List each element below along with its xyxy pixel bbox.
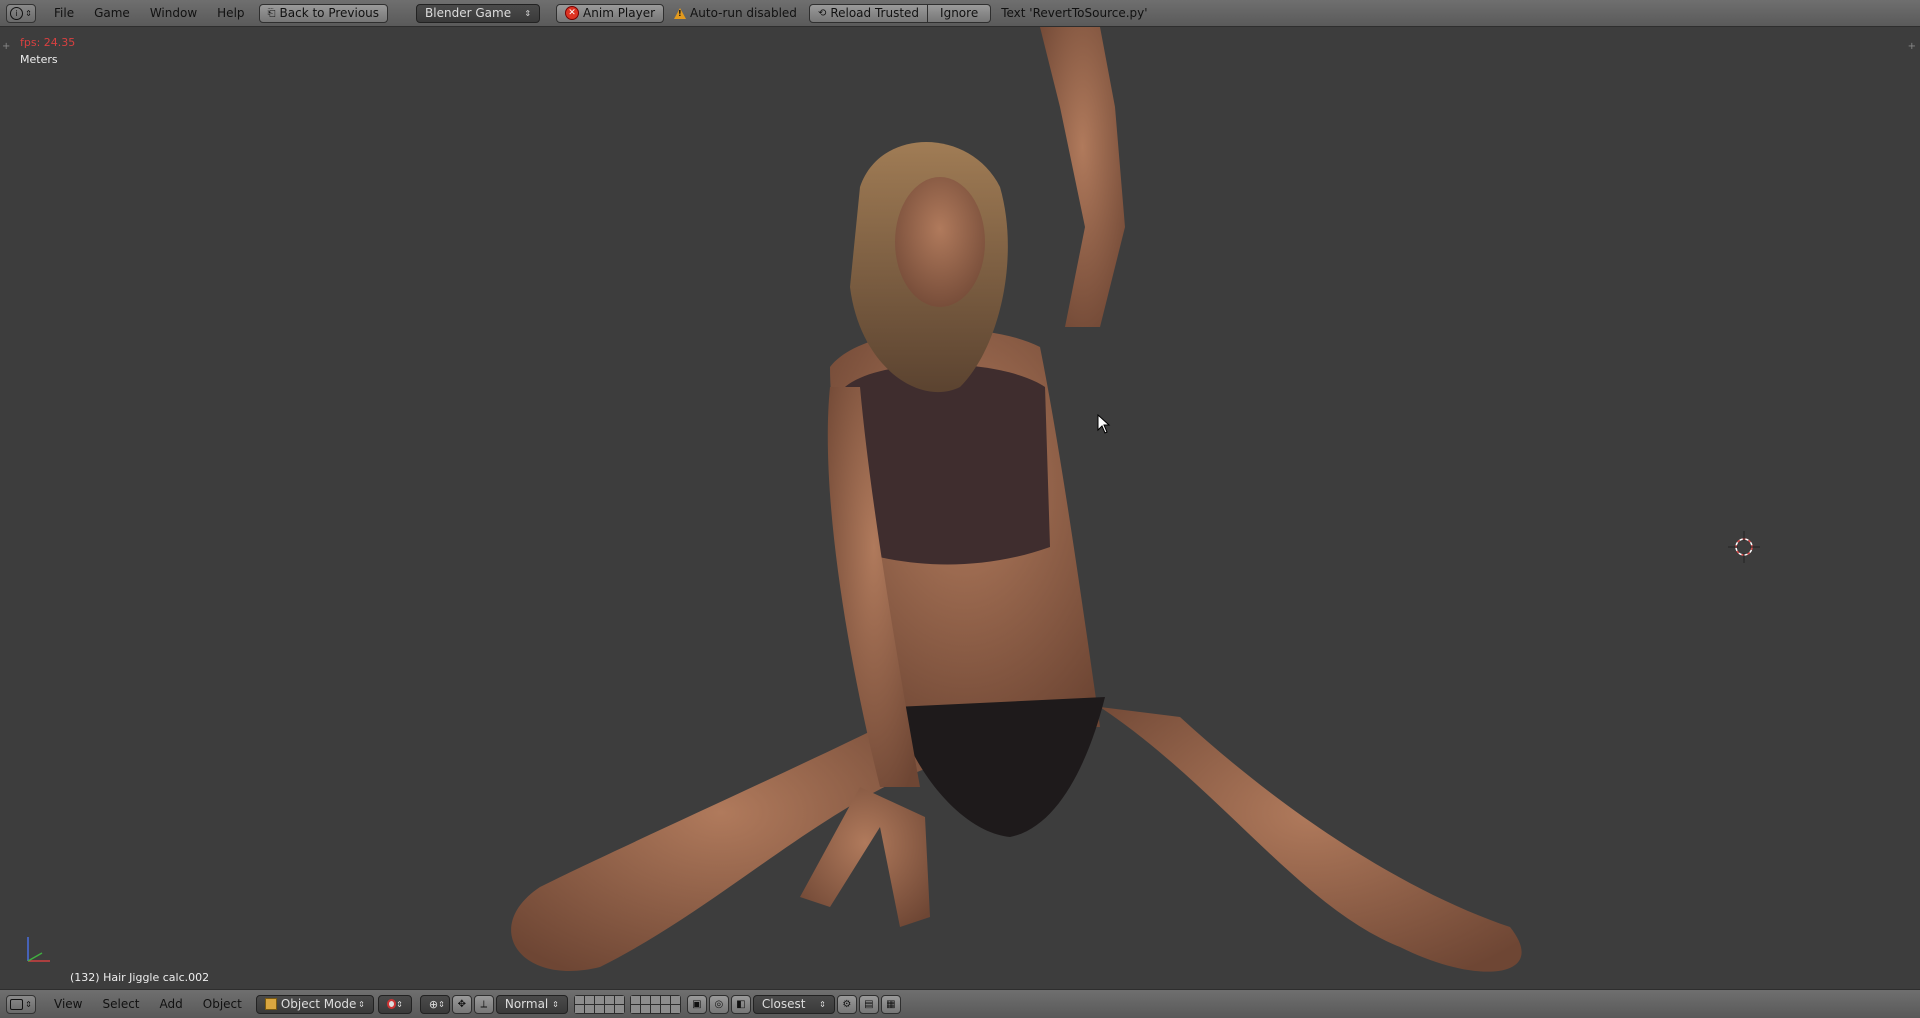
ignore-button[interactable]: Ignore: [928, 3, 992, 23]
proportional-edit-button[interactable]: ◎: [708, 994, 729, 1014]
camera-icon: ▦: [886, 998, 896, 1010]
region-expand-left-icon[interactable]: +: [2, 41, 10, 52]
back-to-previous-label: Back to Previous: [279, 6, 380, 20]
menu-object[interactable]: Object: [193, 997, 252, 1011]
ignore-label: Ignore: [940, 6, 979, 20]
autorun-warning-label: Auto-run disabled: [690, 6, 797, 20]
lock-layers-button[interactable]: ▣: [686, 994, 707, 1014]
menu-game[interactable]: Game: [84, 6, 140, 20]
render-opengl-button[interactable]: ▤: [858, 994, 879, 1014]
autorun-warning: Auto-run disabled: [674, 6, 797, 20]
warning-icon: [674, 7, 687, 19]
anim-player-label: Anim Player: [583, 6, 656, 20]
menu-help[interactable]: Help: [207, 6, 254, 20]
snap-target-select[interactable]: Closest ⇕: [752, 994, 835, 1014]
layer-block-1[interactable]: [573, 994, 625, 1014]
menu-select[interactable]: Select: [92, 997, 149, 1011]
reload-trusted-label: Reload Trusted: [830, 6, 920, 20]
3d-view-header: ⇕ View Select Add Object Object Mode ⇕ ⇕…: [0, 989, 1920, 1018]
snap-target-value: Closest: [761, 997, 806, 1011]
shading-icon: [386, 999, 397, 1009]
pivot-icon: ⊕: [428, 997, 439, 1011]
manipulator-icon: ✥: [457, 998, 467, 1010]
chevron-updown-icon: ⇕: [358, 999, 365, 1009]
reload-icon: ⟲: [817, 7, 827, 19]
align-icon: ⚙: [842, 998, 852, 1010]
units-label: Meters: [20, 53, 58, 66]
3d-cursor-icon[interactable]: [1728, 531, 1760, 563]
transform-orientation-select[interactable]: Normal ⇕: [495, 994, 568, 1014]
orientation-icon: ⟂: [480, 998, 488, 1010]
layer-buttons[interactable]: [573, 994, 681, 1014]
chevron-updown-icon: ⇕: [552, 999, 559, 1009]
lock-icon: ▣: [692, 998, 702, 1010]
menu-add[interactable]: Add: [150, 997, 193, 1011]
close-circle-icon: ✕: [565, 6, 580, 20]
chevron-updown-icon: ⇕: [819, 999, 826, 1009]
orientation-toggle[interactable]: ⟂: [473, 994, 494, 1014]
render-animation-button[interactable]: ▦: [880, 994, 901, 1014]
info-header: i ⇕ File Game Window Help ⎗ Back to Prev…: [0, 0, 1920, 27]
menu-file[interactable]: File: [44, 6, 84, 20]
3d-viewport[interactable]: fps: 24.35 Meters + + (132) Hair Jiggle …: [0, 27, 1920, 989]
fps-readout: fps: 24.35: [20, 36, 76, 49]
chevron-updown-icon: ⇕: [438, 999, 445, 1009]
orientation-select-value: Normal: [504, 997, 549, 1011]
mode-select[interactable]: Object Mode ⇕: [255, 994, 374, 1014]
layer-block-2[interactable]: [629, 994, 681, 1014]
axis-gizmo-icon: [27, 937, 50, 962]
snap-toggle[interactable]: ◧: [730, 994, 751, 1014]
viewport-shading-select[interactable]: ⇕: [377, 994, 412, 1014]
mouse-pointer-icon: [1097, 414, 1111, 434]
region-expand-right-icon[interactable]: +: [1908, 41, 1916, 52]
view3d-editor-icon: [10, 998, 24, 1010]
proportional-icon: ◎: [714, 998, 724, 1010]
text-status: Text 'RevertToSource.py': [1001, 6, 1148, 20]
cube-mode-icon: [264, 998, 277, 1010]
chevron-updown-icon: ⇕: [25, 999, 32, 1009]
back-icon: ⎗: [267, 7, 276, 19]
mode-select-value: Object Mode: [280, 997, 357, 1011]
character-model[interactable]: [500, 27, 1550, 989]
chevron-updown-icon: ⇕: [25, 8, 32, 18]
menu-window[interactable]: Window: [140, 6, 207, 20]
snap-icon: ◧: [736, 998, 746, 1010]
trust-button-group: ⟲ Reload Trusted Ignore: [808, 3, 992, 23]
manipulator-toggle[interactable]: ✥: [451, 994, 472, 1014]
raised-arm: [1040, 27, 1125, 327]
chevron-updown-icon: ⇕: [524, 8, 532, 18]
engine-select[interactable]: Blender Game ⇕: [416, 3, 541, 23]
active-object-info: (132) Hair Jiggle calc.002: [70, 971, 210, 984]
render-icon: ▤: [864, 998, 874, 1010]
editor-type-selector[interactable]: i ⇕: [6, 3, 36, 23]
back-to-previous-button[interactable]: ⎗ Back to Previous: [258, 3, 389, 23]
snap-align-button[interactable]: ⚙: [836, 994, 857, 1014]
editor-type-selector-3d[interactable]: ⇕: [6, 994, 36, 1014]
reload-trusted-button[interactable]: ⟲ Reload Trusted: [808, 3, 929, 23]
anim-player-button[interactable]: ✕ Anim Player: [556, 3, 665, 23]
engine-select-value: Blender Game: [425, 6, 512, 20]
chevron-updown-icon: ⇕: [396, 999, 403, 1009]
menu-view[interactable]: View: [44, 997, 92, 1011]
pivot-point-select[interactable]: ⊕ ⇕: [419, 994, 450, 1014]
info-editor-icon: i: [10, 6, 24, 20]
